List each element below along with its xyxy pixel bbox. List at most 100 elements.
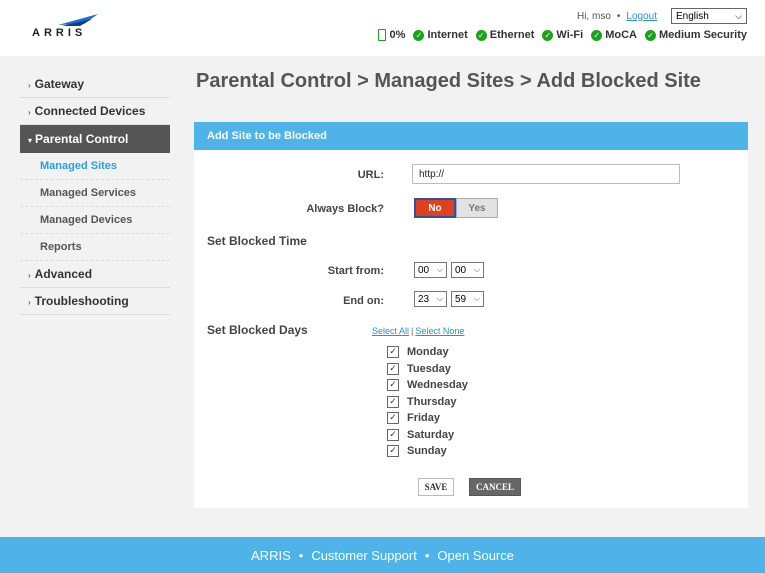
status-label: Wi-Fi bbox=[556, 29, 584, 41]
sidebar-item-advanced[interactable]: › Advanced bbox=[20, 261, 170, 288]
select-value: 23 bbox=[418, 293, 430, 305]
sidebar-item-connected-devices[interactable]: › Connected Devices bbox=[20, 98, 170, 125]
page-title: Parental Control > Managed Sites > Add B… bbox=[196, 70, 701, 92]
footer-open-source-link[interactable]: Open Source bbox=[437, 548, 514, 563]
header: ARRIS Hi, mso • Logout English ⌵ 0% ✓ In… bbox=[0, 0, 765, 56]
separator-dot: • bbox=[616, 10, 621, 22]
day-wednesday: ✓ Wednesday bbox=[387, 377, 468, 394]
day-saturday: ✓ Saturday bbox=[387, 427, 468, 444]
day-label: Tuesday bbox=[407, 362, 451, 375]
toggle-yes-button[interactable]: Yes bbox=[456, 198, 498, 218]
sidebar-item-label: Connected Devices bbox=[34, 104, 146, 118]
end-minute-select[interactable]: 59 ⌵ bbox=[451, 291, 484, 307]
sidebar-subitem-managed-devices[interactable]: Managed Devices bbox=[20, 207, 170, 234]
sidebar-item-label: Parental Control bbox=[35, 132, 129, 146]
sidebar-item-gateway[interactable]: › Gateway bbox=[20, 71, 170, 98]
day-checkbox[interactable]: ✓ bbox=[387, 445, 399, 458]
separator-dot: • bbox=[424, 547, 430, 563]
blocked-time-heading: Set Blocked Time bbox=[207, 234, 307, 248]
always-block-label: Always Block? bbox=[306, 203, 384, 215]
day-thursday: ✓ Thursday bbox=[387, 394, 468, 411]
select-value: 00 bbox=[455, 264, 467, 276]
day-checkbox[interactable]: ✓ bbox=[387, 412, 399, 425]
sidebar-subitem-managed-sites[interactable]: Managed Sites bbox=[20, 153, 170, 180]
status-wifi: ✓ Wi-Fi bbox=[542, 29, 583, 41]
language-select[interactable]: English ⌵ bbox=[671, 8, 747, 24]
check-circle-icon: ✓ bbox=[542, 29, 554, 41]
footer-support-link[interactable]: Customer Support bbox=[311, 548, 417, 563]
start-from-label: Start from: bbox=[327, 265, 384, 277]
greeting: Hi, mso bbox=[576, 10, 611, 22]
chevron-down-icon: ⌵ bbox=[436, 265, 443, 274]
chevron-right-icon: › bbox=[28, 108, 31, 117]
check-circle-icon: ✓ bbox=[591, 29, 603, 41]
check-circle-icon: ✓ bbox=[644, 29, 656, 41]
cancel-button[interactable]: CANCEL bbox=[469, 478, 521, 496]
check-circle-icon: ✓ bbox=[475, 29, 487, 41]
url-input[interactable] bbox=[412, 164, 680, 184]
day-checkbox[interactable]: ✓ bbox=[387, 362, 399, 375]
save-button[interactable]: SAVE bbox=[418, 478, 454, 496]
always-block-toggle: No Yes bbox=[414, 198, 498, 218]
status-battery: 0% bbox=[377, 29, 406, 41]
sidebar-item-label: Advanced bbox=[34, 267, 93, 281]
footer-arris-link[interactable]: ARRIS bbox=[251, 548, 291, 563]
chevron-down-icon: ▾ bbox=[28, 136, 33, 145]
day-checkbox[interactable]: ✓ bbox=[387, 428, 399, 441]
select-links: Select All | Select None bbox=[372, 326, 464, 336]
day-label: Wednesday bbox=[407, 379, 468, 392]
day-tuesday: ✓ Tuesday bbox=[387, 361, 468, 378]
end-on-label: End on: bbox=[343, 295, 384, 307]
status-label: 0% bbox=[389, 29, 406, 41]
sidebar: › Gateway › Connected Devices ▾ Parental Co… bbox=[20, 71, 170, 315]
chevron-right-icon: › bbox=[28, 81, 31, 90]
sidebar-item-label: Gateway bbox=[34, 77, 85, 91]
select-value: 00 bbox=[418, 264, 430, 276]
day-sunday: ✓ Sunday bbox=[387, 443, 468, 460]
check-circle-icon: ✓ bbox=[413, 29, 425, 41]
chevron-down-icon: ⌵ bbox=[473, 265, 480, 274]
sidebar-item-label: Troubleshooting bbox=[34, 294, 129, 308]
user-bar: Hi, mso • Logout English ⌵ bbox=[577, 8, 747, 24]
day-checkbox[interactable]: ✓ bbox=[387, 395, 399, 408]
days-list: ✓ Monday ✓ Tuesday ✓ Wednesday ✓ Thursday ✓ F… bbox=[387, 344, 468, 460]
status-bar: 0% ✓ Internet ✓ Ethernet ✓ Wi-Fi ✓ MoCA … bbox=[370, 29, 747, 41]
sidebar-subitem-managed-services[interactable]: Managed Services bbox=[20, 180, 170, 207]
footer: ARRIS • Customer Support • Open Source bbox=[0, 537, 765, 573]
toggle-no-button[interactable]: No bbox=[414, 198, 456, 218]
status-internet: ✓ Internet bbox=[413, 29, 468, 41]
battery-icon bbox=[377, 29, 386, 41]
language-value: English bbox=[676, 10, 709, 22]
chevron-down-icon: ⌵ bbox=[735, 10, 742, 21]
start-hour-select[interactable]: 00 ⌵ bbox=[414, 262, 447, 278]
chevron-right-icon: › bbox=[28, 271, 31, 280]
status-ethernet: ✓ Ethernet bbox=[475, 29, 535, 41]
sidebar-item-troubleshooting[interactable]: › Troubleshooting bbox=[20, 288, 170, 315]
day-label: Sunday bbox=[407, 445, 447, 458]
status-label: Ethernet bbox=[489, 29, 535, 41]
chevron-down-icon: ⌵ bbox=[436, 294, 443, 303]
separator-dot: • bbox=[298, 547, 304, 563]
select-all-link[interactable]: Select All bbox=[372, 326, 409, 336]
day-checkbox[interactable]: ✓ bbox=[387, 346, 399, 359]
sidebar-item-parental-control[interactable]: ▾ Parental Control bbox=[20, 125, 170, 153]
url-label: URL: bbox=[357, 169, 384, 181]
sidebar-subitem-reports[interactable]: Reports bbox=[20, 234, 170, 261]
form-panel: Add Site to be Blocked URL: Always Block… bbox=[194, 122, 748, 508]
separator: | bbox=[411, 326, 414, 336]
day-label: Thursday bbox=[407, 395, 457, 408]
chevron-down-icon: ⌵ bbox=[473, 294, 480, 303]
day-checkbox[interactable]: ✓ bbox=[387, 379, 399, 392]
status-security: ✓ Medium Security bbox=[644, 29, 747, 41]
day-label: Saturday bbox=[407, 428, 455, 441]
start-minute-select[interactable]: 00 ⌵ bbox=[451, 262, 484, 278]
select-none-link[interactable]: Select None bbox=[415, 326, 464, 336]
logout-link[interactable]: Logout bbox=[626, 11, 657, 22]
status-label: Internet bbox=[427, 29, 468, 41]
day-monday: ✓ Monday bbox=[387, 344, 468, 361]
end-hour-select[interactable]: 23 ⌵ bbox=[414, 291, 447, 307]
select-value: 59 bbox=[455, 293, 467, 305]
day-label: Friday bbox=[407, 412, 441, 425]
day-label: Monday bbox=[407, 346, 449, 359]
status-moca: ✓ MoCA bbox=[591, 29, 637, 41]
